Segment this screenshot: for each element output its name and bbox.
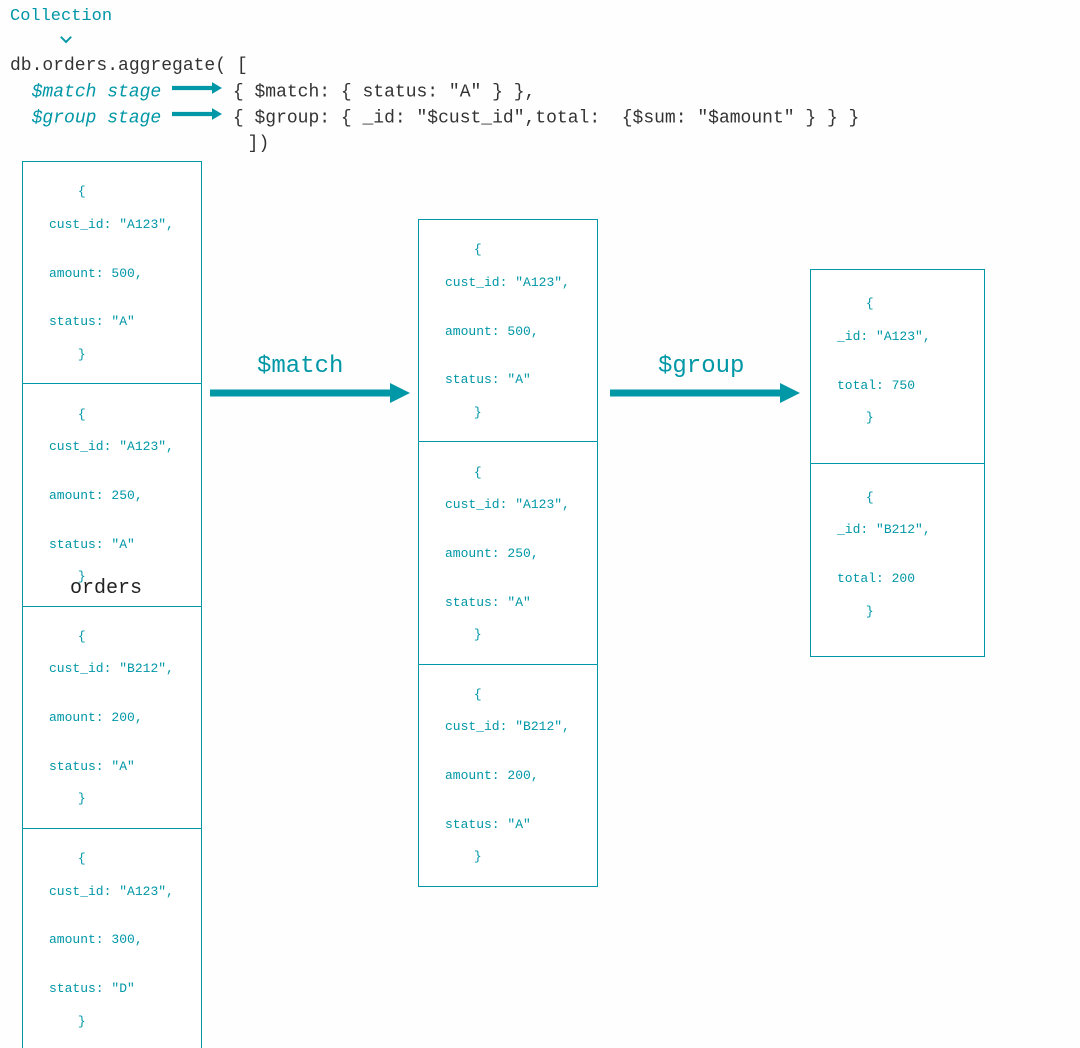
arrow-down-icon	[55, 26, 1070, 57]
match-stage-line: $match stage { $match: { status: "A" } }…	[10, 79, 1070, 106]
doc-block: { cust_id: "A123", amount: 500, status: …	[419, 220, 597, 442]
doc-block: { _id: "A123", total: 750 }	[811, 270, 984, 464]
doc-block: { _id: "B212", total: 200 }	[811, 464, 984, 657]
match-stage-label: $match stage	[32, 82, 162, 102]
group-stage-line: $group stage { $group: { _id: "$cust_id"…	[10, 105, 1070, 132]
grouped-column: { _id: "A123", total: 750 } { _id: "B212…	[810, 269, 985, 657]
arrow-right-icon	[210, 383, 410, 409]
doc-block: { cust_id: "A123", amount: 300, status: …	[23, 829, 201, 1048]
arrow-right-icon	[172, 79, 222, 104]
arrow-right-icon	[172, 105, 222, 130]
doc-block: { cust_id: "B212", amount: 200, status: …	[419, 665, 597, 886]
orders-column: { cust_id: "A123", amount: 500, status: …	[22, 161, 202, 1048]
doc-block: { cust_id: "A123", amount: 250, status: …	[419, 442, 597, 664]
doc-block: { cust_id: "A123", amount: 500, status: …	[23, 162, 201, 384]
arrow-right-icon	[610, 383, 800, 409]
pipeline-diagram: { cust_id: "A123", amount: 500, status: …	[10, 161, 1070, 591]
group-code: { $group: { _id: "$cust_id",total: {$sum…	[233, 109, 860, 129]
code-header: Collection db.orders.aggregate( [ $match…	[10, 5, 1070, 157]
group-flow-label: $group	[658, 353, 744, 380]
orders-collection-label: orders	[70, 577, 142, 600]
match-code: { $match: { status: "A" } },	[233, 82, 535, 102]
close-bracket-line: ])	[10, 132, 1070, 157]
group-stage-label: $group stage	[32, 109, 162, 129]
doc-block: { cust_id: "B212", amount: 200, status: …	[23, 607, 201, 829]
matched-column: { cust_id: "A123", amount: 500, status: …	[418, 219, 598, 887]
match-flow-label: $match	[257, 353, 343, 380]
db-call-line: db.orders.aggregate( [	[10, 54, 1070, 79]
doc-block: { cust_id: "A123", amount: 250, status: …	[23, 384, 201, 606]
